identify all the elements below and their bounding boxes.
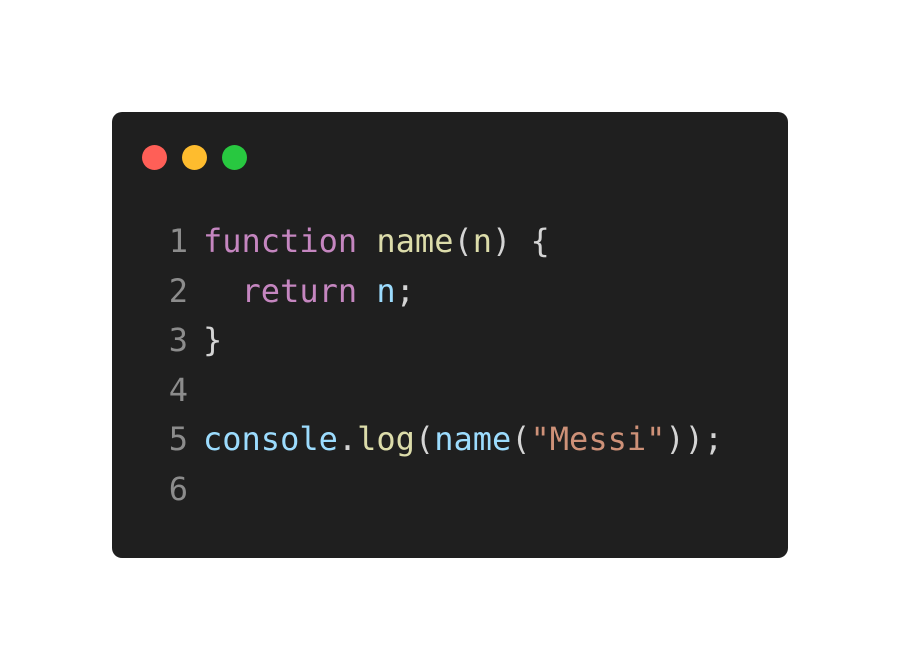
line-number: 4 xyxy=(168,370,188,409)
line-number: 3 xyxy=(168,321,188,360)
line-number: 1 xyxy=(168,222,188,260)
code-line: 6 xyxy=(167,465,723,515)
code-token-keyword: return xyxy=(241,271,358,310)
code-block[interactable]: 1 function name(n) {2 return n; 3} 4 5 consol… xyxy=(167,217,723,515)
code-line: 1 function name(n) { xyxy=(167,217,723,267)
code-token-punctuation: ( xyxy=(511,420,531,459)
code-token-function: n xyxy=(472,222,492,260)
code-token-punctuation: ( xyxy=(453,222,473,260)
code-token-variable: name xyxy=(434,420,512,459)
line-number: 6 xyxy=(168,469,188,508)
code-token-punctuation: )); xyxy=(665,420,724,459)
page: 1 function name(n) {2 return n; 3} 4 5 consol… xyxy=(0,0,900,670)
code-line: 4 xyxy=(167,366,723,416)
code-token-punctuation: } xyxy=(203,321,223,360)
code-token-punctuation: ( xyxy=(414,420,435,459)
code-token-punctuation xyxy=(357,267,376,317)
code-token-keyword: function xyxy=(203,222,358,260)
code-token-punctuation xyxy=(203,267,242,317)
code-token-function: log xyxy=(357,420,415,459)
window-controls xyxy=(142,145,247,170)
minimize-dot[interactable] xyxy=(182,145,207,170)
code-token-string: "Messi" xyxy=(530,420,666,459)
code-token-punctuation: ; xyxy=(395,271,415,310)
code-token-variable: n xyxy=(376,271,396,310)
line-number: 5 xyxy=(168,420,188,459)
code-token-punctuation: . xyxy=(337,420,358,459)
code-line: 3} xyxy=(167,316,723,366)
code-line: 2 return n; xyxy=(167,267,723,317)
code-token-punctuation: ) { xyxy=(491,222,550,260)
close-dot[interactable] xyxy=(142,145,167,170)
line-number: 2 xyxy=(168,271,188,310)
code-token-variable: console xyxy=(203,420,338,459)
code-token-function: name xyxy=(376,222,454,260)
code-token-punctuation xyxy=(357,217,376,267)
maximize-dot[interactable] xyxy=(222,145,247,170)
code-window: 1 function name(n) {2 return n; 3} 4 5 consol… xyxy=(112,112,788,558)
code-line: 5 console. log(name("Messi")); xyxy=(167,415,723,465)
